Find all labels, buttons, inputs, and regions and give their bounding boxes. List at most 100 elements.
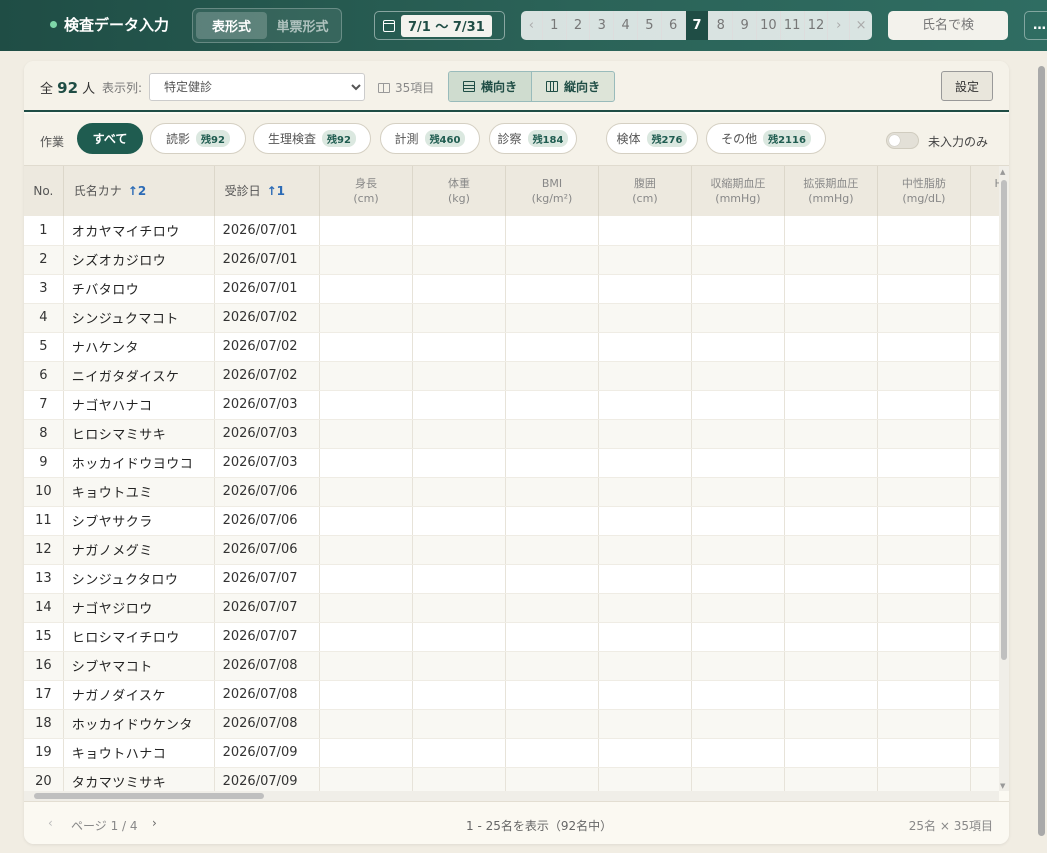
metric-input-cell[interactable]: [505, 593, 599, 623]
table-row[interactable]: 20 タカマツミサキ 2026/07/09: [24, 767, 999, 791]
metric-input-cell[interactable]: [784, 245, 878, 275]
metric-input-cell[interactable]: [877, 419, 971, 449]
metric-input-cell[interactable]: [691, 738, 785, 768]
metric-input-cell[interactable]: [691, 448, 785, 478]
metric-input-cell[interactable]: [319, 738, 413, 768]
day-page-4[interactable]: 4: [614, 11, 638, 40]
metric-input-cell[interactable]: [877, 738, 971, 768]
metric-input-cell[interactable]: [598, 274, 692, 304]
date-range-picker[interactable]: 7/1 〜 7/31: [374, 11, 505, 40]
metric-input-cell[interactable]: [319, 419, 413, 449]
metric-input-cell[interactable]: [505, 274, 599, 304]
metric-input-cell[interactable]: [412, 448, 506, 478]
metric-input-cell[interactable]: [970, 680, 999, 710]
metric-input-cell[interactable]: [319, 506, 413, 536]
filter-chip[interactable]: 診察 残184: [489, 123, 577, 154]
metric-input-cell[interactable]: [970, 245, 999, 275]
metric-input-cell[interactable]: [319, 564, 413, 594]
metric-input-cell[interactable]: [505, 390, 599, 420]
table-row[interactable]: 13 シンジュクタロウ 2026/07/07: [24, 564, 999, 594]
metric-input-cell[interactable]: [877, 709, 971, 739]
metric-input-cell[interactable]: [598, 477, 692, 507]
clear-day-icon[interactable]: ×: [850, 11, 872, 40]
metric-input-cell[interactable]: [970, 535, 999, 565]
metric-input-cell[interactable]: [412, 680, 506, 710]
settings-button[interactable]: 設定: [941, 71, 993, 101]
metric-input-cell[interactable]: [691, 274, 785, 304]
metric-input-cell[interactable]: [598, 535, 692, 565]
metric-input-cell[interactable]: [598, 419, 692, 449]
metric-input-cell[interactable]: [412, 274, 506, 304]
table-row[interactable]: 6 ニイガタダイスケ 2026/07/02: [24, 361, 999, 391]
metric-input-cell[interactable]: [970, 622, 999, 652]
metric-input-cell[interactable]: [412, 303, 506, 333]
view-mode-table-button[interactable]: 表形式: [196, 12, 267, 39]
metric-input-cell[interactable]: [598, 245, 692, 275]
metric-input-cell[interactable]: [877, 216, 971, 246]
metric-input-cell[interactable]: [505, 419, 599, 449]
next-page-icon[interactable]: ›: [152, 816, 157, 830]
metric-input-cell[interactable]: [319, 477, 413, 507]
table-row[interactable]: 14 ナゴヤジロウ 2026/07/07: [24, 593, 999, 623]
metric-input-cell[interactable]: [505, 216, 599, 246]
metric-input-cell[interactable]: [691, 535, 785, 565]
metric-input-cell[interactable]: [691, 709, 785, 739]
metric-input-cell[interactable]: [412, 767, 506, 791]
next-day-icon[interactable]: ›: [828, 11, 851, 40]
metric-input-cell[interactable]: [691, 303, 785, 333]
metric-input-cell[interactable]: [691, 680, 785, 710]
day-page-6[interactable]: 6: [662, 11, 686, 40]
unentered-only-toggle[interactable]: [886, 132, 919, 149]
metric-input-cell[interactable]: [412, 564, 506, 594]
col-header-date[interactable]: 受診日 ↑1: [214, 166, 321, 216]
metric-input-cell[interactable]: [784, 593, 878, 623]
metric-input-cell[interactable]: [784, 680, 878, 710]
table-row[interactable]: 16 シブヤマコト 2026/07/08: [24, 651, 999, 681]
metric-input-cell[interactable]: [691, 361, 785, 391]
metric-input-cell[interactable]: [319, 709, 413, 739]
metric-input-cell[interactable]: [412, 216, 506, 246]
scroll-down-icon[interactable]: ▼: [1000, 782, 1005, 790]
metric-input-cell[interactable]: [598, 622, 692, 652]
metric-input-cell[interactable]: [598, 738, 692, 768]
metric-input-cell[interactable]: [877, 303, 971, 333]
metric-input-cell[interactable]: [970, 709, 999, 739]
day-page-7[interactable]: 7: [685, 11, 710, 40]
metric-input-cell[interactable]: [598, 361, 692, 391]
metric-input-cell[interactable]: [319, 216, 413, 246]
metric-input-cell[interactable]: [784, 274, 878, 304]
metric-input-cell[interactable]: [598, 651, 692, 681]
metric-input-cell[interactable]: [784, 506, 878, 536]
table-row[interactable]: 11 シブヤサクラ 2026/07/06: [24, 506, 999, 536]
metric-input-cell[interactable]: [970, 448, 999, 478]
day-page-9[interactable]: 9: [733, 11, 757, 40]
metric-input-cell[interactable]: [970, 651, 999, 681]
metric-input-cell[interactable]: [784, 419, 878, 449]
table-row[interactable]: 12 ナガノメグミ 2026/07/06: [24, 535, 999, 565]
metric-input-cell[interactable]: [970, 216, 999, 246]
metric-input-cell[interactable]: [877, 477, 971, 507]
metric-input-cell[interactable]: [598, 390, 692, 420]
metric-input-cell[interactable]: [505, 506, 599, 536]
filter-chip[interactable]: 読影 残92: [150, 123, 246, 154]
metric-input-cell[interactable]: [691, 506, 785, 536]
metric-input-cell[interactable]: [319, 651, 413, 681]
metric-input-cell[interactable]: [691, 564, 785, 594]
metric-input-cell[interactable]: [598, 709, 692, 739]
day-page-2[interactable]: 2: [567, 11, 591, 40]
metric-input-cell[interactable]: [319, 535, 413, 565]
metric-input-cell[interactable]: [598, 332, 692, 362]
prev-page-icon[interactable]: ‹: [48, 816, 53, 830]
metric-input-cell[interactable]: [598, 680, 692, 710]
day-page-1[interactable]: 1: [543, 11, 567, 40]
columns-select[interactable]: 特定健診: [149, 73, 365, 101]
results-table-container[interactable]: No. 氏名カナ ↑2 受診日 ↑1 身長 (cm) 体重 (kg) BMI (kg/m²) 腹…: [24, 166, 999, 791]
metric-input-cell[interactable]: [319, 361, 413, 391]
metric-input-cell[interactable]: [877, 593, 971, 623]
metric-input-cell[interactable]: [784, 622, 878, 652]
metric-input-cell[interactable]: [691, 477, 785, 507]
table-horizontal-scrollbar[interactable]: [24, 791, 999, 801]
metric-input-cell[interactable]: [505, 680, 599, 710]
metric-input-cell[interactable]: [691, 332, 785, 362]
filter-chip[interactable]: 生理検査 残92: [253, 123, 371, 154]
